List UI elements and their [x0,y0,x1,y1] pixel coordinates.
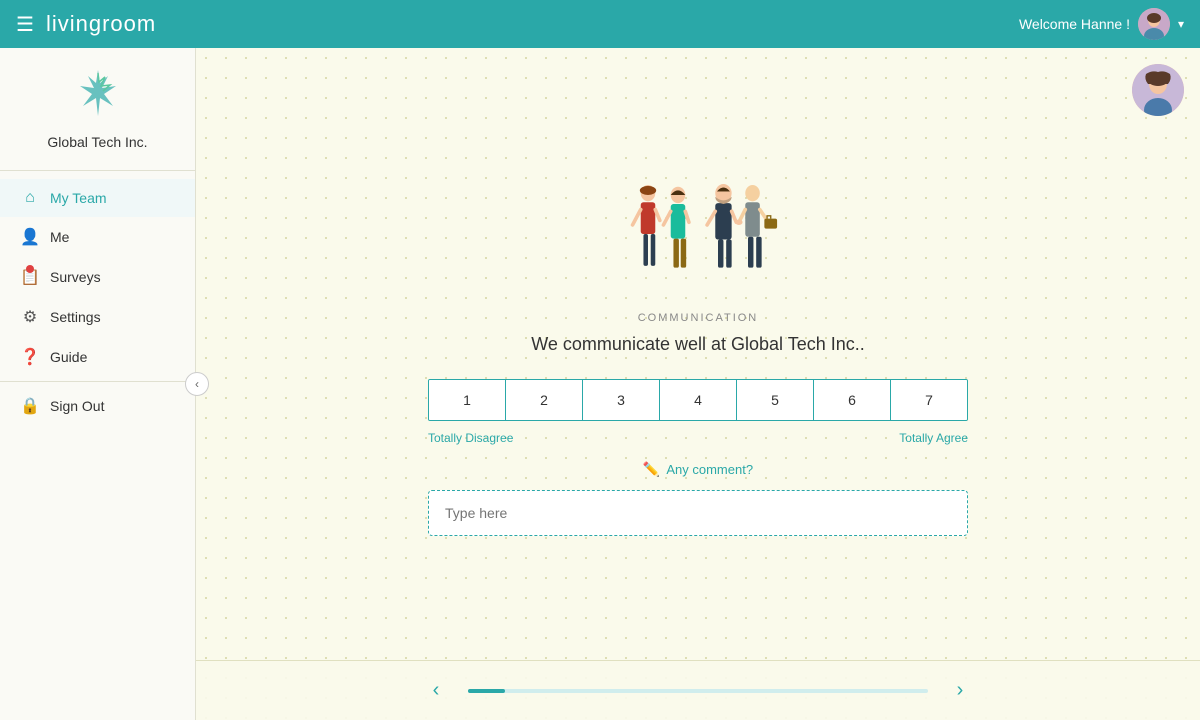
app-header: ☰ livingroom Welcome Hanne ! ▾ [0,0,1200,48]
comment-link[interactable]: ✏️ Any comment? [643,461,753,478]
rating-scale: 1 2 3 4 5 6 7 [428,379,968,421]
header-user-area: Welcome Hanne ! ▾ [1019,8,1184,40]
rating-cell-1[interactable]: 1 [429,380,506,420]
sidebar-item-guide[interactable]: ❓ Guide [0,337,195,377]
sidebar-nav: ⌂ My Team 👤 Me 📋 Surveys ⚙ Settings ❓ Gu… [0,171,195,434]
rating-cell-5[interactable]: 5 [737,380,814,420]
sidebar-collapse-button[interactable]: ‹ [185,372,209,396]
bottom-nav: ‹ › [196,660,1200,720]
rating-label-right: Totally Agree [899,431,968,445]
settings-icon: ⚙ [20,307,40,327]
comment-input[interactable] [428,490,968,536]
rating-cell-6[interactable]: 6 [814,380,891,420]
main-layout: ‹ Global Tech Inc. ⌂ My Team 👤 Me 📋 [0,48,1200,720]
comment-link-text: Any comment? [666,462,753,477]
app-name: livingroom [46,11,156,37]
next-button[interactable]: › [944,675,976,707]
sidebar-logo-area: Global Tech Inc. [0,48,195,171]
sidebar-label-my-team: My Team [50,190,107,206]
sidebar-item-settings[interactable]: ⚙ Settings [0,297,195,337]
sidebar-item-my-team[interactable]: ⌂ My Team [0,179,195,217]
sidebar: ‹ Global Tech Inc. ⌂ My Team 👤 Me 📋 [0,48,196,720]
sidebar-label-surveys: Surveys [50,269,101,285]
sidebar-item-sign-out[interactable]: 🔒 Sign Out [0,386,195,426]
sidebar-label-guide: Guide [50,349,87,365]
survey-category: COMMUNICATION [638,312,759,324]
sidebar-label-sign-out: Sign Out [50,398,104,414]
main-content: COMMUNICATION We communicate well at Glo… [196,48,1200,720]
guide-icon: ❓ [20,347,40,367]
sidebar-item-surveys[interactable]: 📋 Surveys [0,257,195,297]
sidebar-item-me[interactable]: 👤 Me [0,217,195,257]
rating-cell-2[interactable]: 2 [506,380,583,420]
rating-cell-3[interactable]: 3 [583,380,660,420]
survey-card: COMMUNICATION We communicate well at Glo… [196,48,1200,660]
survey-illustration [598,172,798,292]
rating-label-left: Totally Disagree [428,431,513,445]
company-name: Global Tech Inc. [47,134,147,150]
home-icon: ⌂ [20,189,40,207]
prev-button[interactable]: ‹ [420,675,452,707]
survey-question: We communicate well at Global Tech Inc.. [531,334,864,355]
progress-bar-fill [468,689,505,693]
company-logo-icon [78,68,118,128]
lock-icon: 🔒 [20,396,40,416]
progress-bar [468,689,928,693]
content-user-avatar[interactable] [1132,64,1184,116]
header-avatar[interactable] [1138,8,1170,40]
rating-labels: Totally Disagree Totally Agree [428,431,968,445]
sidebar-label-settings: Settings [50,309,101,325]
person-icon: 👤 [20,227,40,247]
edit-icon: ✏️ [643,461,660,478]
notification-badge [26,265,34,273]
sidebar-divider [0,381,195,382]
rating-cell-4[interactable]: 4 [660,380,737,420]
sidebar-label-me: Me [50,229,69,245]
menu-icon[interactable]: ☰ [16,12,34,37]
rating-cell-7[interactable]: 7 [891,380,967,420]
header-dropdown-icon[interactable]: ▾ [1178,17,1184,31]
welcome-text: Welcome Hanne ! [1019,16,1130,32]
